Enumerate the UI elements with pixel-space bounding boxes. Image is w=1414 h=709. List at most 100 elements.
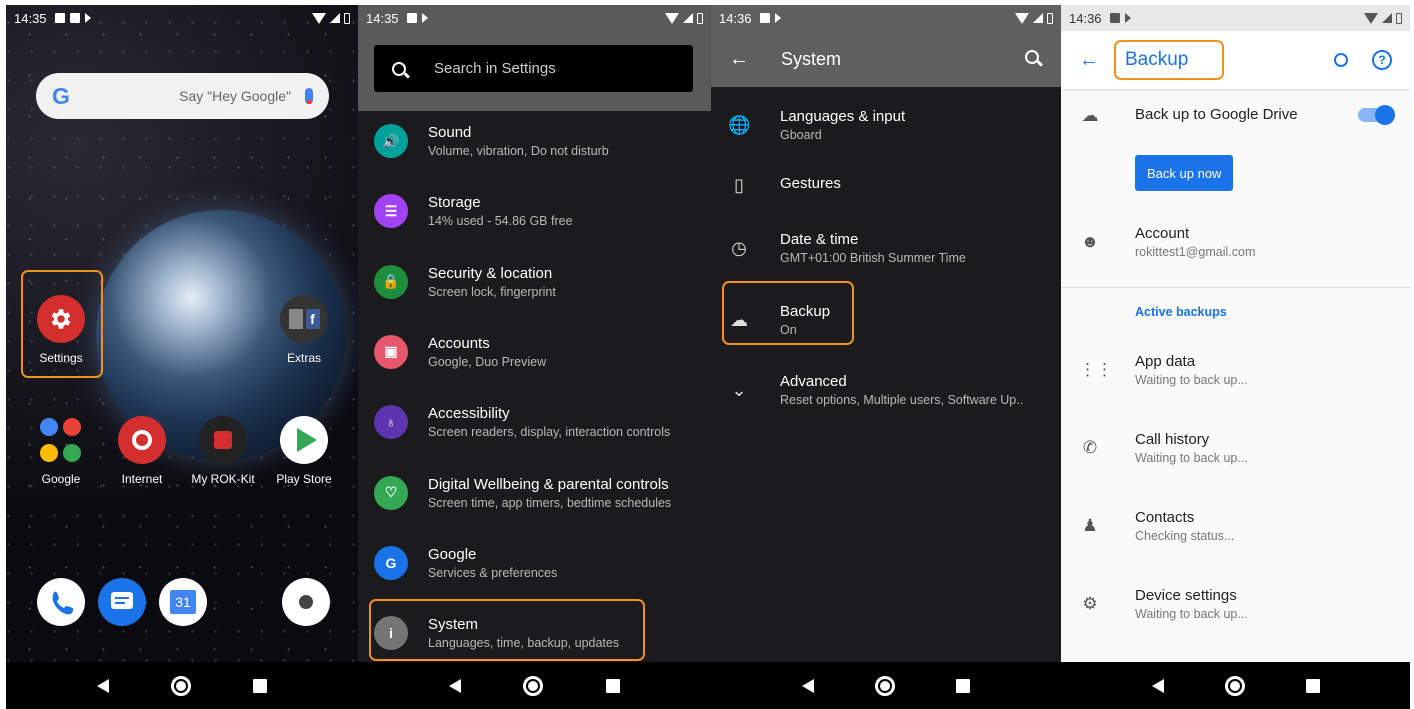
item-subtitle: Services & preferences	[428, 565, 558, 580]
system-item-advanced[interactable]: ⌄ Advanced Reset options, Multiple users,…	[711, 365, 1061, 415]
page-title: System	[781, 48, 842, 69]
account-row[interactable]: ☻ Account rokittest1@gmail.com	[1061, 217, 1410, 267]
navigation-bar	[711, 662, 1061, 709]
item-title: Digital Wellbeing & parental controls	[428, 475, 669, 493]
item-subtitle: GMT+01:00 British Summer Time	[780, 251, 966, 265]
settings-item-accessibility[interactable]: ♁ Accessibility Screen readers, display, i…	[374, 391, 704, 453]
item-title: Account	[1135, 225, 1190, 242]
google-icon: G	[374, 545, 408, 580]
notification-icons	[406, 13, 428, 23]
item-title: App data	[1135, 353, 1196, 370]
settings-item-digital-wellbeing-parental-controls[interactable]: ♡ Digital Wellbeing & parental controls Sc…	[374, 462, 704, 524]
app-my-rok-kit[interactable]: My ROK-Kit	[188, 416, 258, 486]
navigation-bar	[6, 662, 358, 709]
cloud-done-icon: ☁	[1081, 106, 1099, 125]
signal-icon	[1033, 13, 1043, 23]
camera-app-icon[interactable]	[282, 578, 330, 626]
gestures-icon: ▯	[734, 174, 744, 195]
backup-screen: 14:36 ← Backup ? ☁ Back up to Google Dri…	[1061, 5, 1410, 709]
home-icon[interactable]	[171, 675, 191, 696]
accessibility-icon: ♁	[374, 405, 408, 440]
mic-icon[interactable]	[305, 88, 313, 104]
system-icons	[312, 12, 350, 24]
recents-icon[interactable]	[956, 678, 971, 693]
settings-item-security-location[interactable]: 🔒 Security & location Screen lock, fingerp…	[374, 251, 704, 313]
highlight-box	[369, 599, 645, 661]
app-label: Play Store	[276, 472, 332, 486]
system-item-gestures[interactable]: ▯ Gestures	[711, 165, 1061, 205]
status-time: 14:35	[14, 10, 47, 26]
help-icon[interactable]: ?	[1372, 50, 1392, 70]
search-hint: Say "Hey Google"	[179, 88, 291, 104]
navigation-bar	[1061, 662, 1410, 709]
clock-icon: ◷	[731, 237, 747, 258]
back-icon[interactable]	[1151, 678, 1164, 693]
app-google-folder[interactable]: Google	[26, 416, 96, 486]
home-icon[interactable]	[874, 675, 895, 696]
settings-item-sound[interactable]: 🔊 Sound Volume, vibration, Do not disturb	[374, 110, 704, 172]
search-icon[interactable]	[1334, 53, 1348, 67]
system-item-languages[interactable]: 🌐 Languages & input Gboard	[711, 100, 1061, 150]
settings-item-accounts[interactable]: ▣ Accounts Google, Duo Preview	[374, 321, 704, 383]
settings-item-storage[interactable]: ☰ Storage 14% used - 54.86 GB free	[374, 180, 704, 242]
system-item-date-time[interactable]: ◷ Date & time GMT+01:00 British Summer Ti…	[711, 223, 1061, 273]
status-bar: 14:36	[711, 5, 1061, 31]
google-logo-icon: G	[52, 82, 70, 109]
back-up-now-button[interactable]: Back up now	[1135, 155, 1234, 191]
home-icon[interactable]	[523, 675, 544, 696]
gear-icon: ⚙	[1082, 594, 1098, 613]
item-subtitle: Reset options, Multiple users, Software …	[780, 393, 1024, 407]
accounts-icon: ▣	[374, 334, 408, 369]
app-play-store[interactable]: Play Store	[269, 416, 339, 486]
app-internet[interactable]: Internet	[107, 416, 177, 486]
home-icon[interactable]	[1224, 675, 1245, 696]
person-icon: ♟	[1082, 516, 1098, 535]
status-bar: 14:35	[358, 5, 711, 31]
search-placeholder: Search in Settings	[434, 60, 556, 77]
item-title: Google	[428, 545, 477, 563]
signal-icon	[683, 13, 693, 23]
phone-app-icon[interactable]	[37, 578, 85, 626]
back-icon[interactable]	[97, 678, 109, 693]
search-icon[interactable]	[1025, 49, 1043, 69]
status-time: 14:36	[1069, 10, 1102, 26]
wifi-icon	[665, 12, 679, 24]
app-label: Internet	[121, 472, 163, 486]
home-screen: 14:35 G Say "Hey Google" Settings f Extr…	[6, 5, 358, 709]
battery-icon	[344, 12, 350, 24]
divider	[1061, 287, 1410, 288]
back-arrow-icon[interactable]: ←	[1079, 49, 1099, 72]
backup-item-app-data: ⋮⋮ App data Waiting to back up...	[1061, 345, 1410, 395]
settings-item-google[interactable]: G Google Services & preferences	[374, 532, 704, 594]
notification-icons	[1109, 13, 1131, 23]
settings-search-bar[interactable]: Search in Settings	[374, 45, 693, 92]
back-arrow-icon[interactable]: ←	[729, 48, 749, 71]
backup-item-contacts: ♟ Contacts Checking status...	[1061, 501, 1410, 551]
item-subtitle: Screen time, app timers, bedtime schedul…	[428, 495, 672, 510]
highlight-box	[1114, 40, 1224, 80]
item-subtitle: Waiting to back up...	[1135, 607, 1248, 621]
app-label: Extras	[286, 351, 321, 365]
sound-icon: 🔊	[374, 124, 408, 158]
system-icons	[665, 12, 703, 24]
google-search-bar[interactable]: G Say "Hey Google"	[36, 73, 329, 119]
back-icon[interactable]	[801, 678, 814, 693]
item-subtitle: 14% used - 54.86 GB free	[428, 214, 573, 229]
app-extras-folder[interactable]: f Extras	[269, 295, 339, 365]
recents-icon[interactable]	[1305, 678, 1320, 693]
item-title: Languages & input	[780, 108, 906, 125]
messages-app-icon[interactable]	[98, 578, 146, 626]
status-time: 14:35	[366, 10, 399, 26]
backup-item-device-settings: ⚙ Device settings Waiting to back up...	[1061, 579, 1410, 629]
recents-icon[interactable]	[253, 678, 267, 693]
back-icon[interactable]	[449, 678, 462, 693]
recents-icon[interactable]	[605, 678, 620, 693]
app-bar: ← System	[711, 31, 1061, 87]
app-label: My ROK-Kit	[191, 472, 255, 486]
item-title: Advanced	[780, 373, 847, 390]
item-title: Security & location	[428, 264, 553, 282]
backup-item-call-history: ✆ Call history Waiting to back up...	[1061, 423, 1410, 473]
backup-toggle[interactable]	[1358, 105, 1395, 125]
calendar-day: 31	[170, 590, 196, 614]
calendar-app-icon[interactable]: 31	[159, 578, 207, 626]
